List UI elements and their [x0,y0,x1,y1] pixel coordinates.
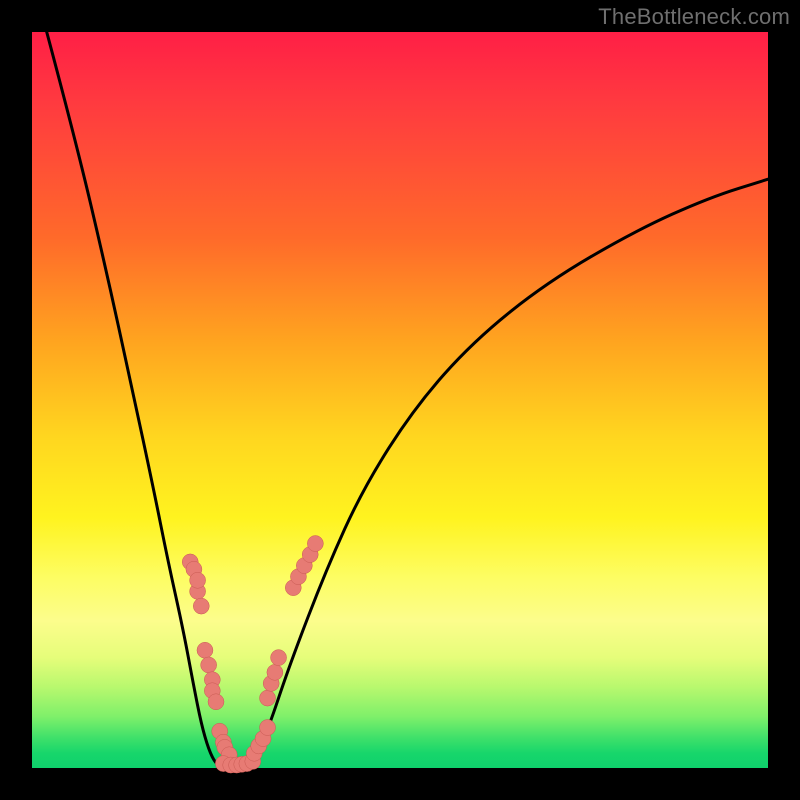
data-dot [201,657,217,673]
data-dot [193,598,209,614]
data-dot [190,572,206,588]
data-dot [271,650,287,666]
data-dot [307,536,323,552]
data-dot [208,694,224,710]
curve-path [47,32,768,767]
data-dot [197,642,213,658]
plot-area [32,32,768,768]
chart-stage: TheBottleneck.com [0,0,800,800]
data-dot [260,690,276,706]
scatter-dots [182,536,323,774]
data-dot [267,664,283,680]
bottleneck-curve [47,32,768,767]
data-dot [260,720,276,736]
watermark-text: TheBottleneck.com [598,4,790,30]
chart-svg [32,32,768,768]
